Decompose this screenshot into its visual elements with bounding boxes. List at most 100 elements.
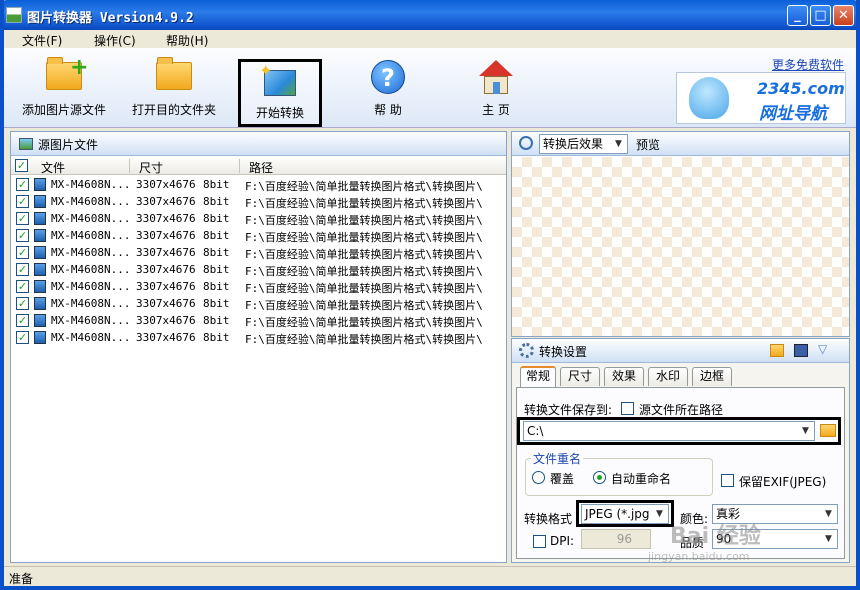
- save-settings-icon[interactable]: [794, 344, 808, 357]
- auto-rename-radio[interactable]: [593, 471, 606, 484]
- tab-border[interactable]: 边框: [692, 367, 732, 386]
- path-cell: F:\百度经验\简单批量转换图片格式\转换图片\: [245, 299, 483, 312]
- tab-general[interactable]: 常规: [520, 366, 556, 387]
- magic-wand-icon: [259, 61, 296, 96]
- app-icon: [6, 7, 22, 23]
- column-path[interactable]: 路径: [249, 159, 273, 176]
- menu-file[interactable]: 文件(F): [22, 32, 62, 49]
- browse-folder-icon[interactable]: [820, 424, 836, 437]
- table-row[interactable]: ✓ MX-M4608N... 3307x4676 8bit F:\百度经验\简单批量转换…: [11, 295, 506, 312]
- column-size[interactable]: 尺寸: [139, 159, 163, 176]
- row-checkbox[interactable]: ✓: [16, 195, 29, 208]
- table-row[interactable]: ✓ MX-M4608N... 3307x4676 8bit F:\百度经验\简单批量转换…: [11, 244, 506, 261]
- file-list-header: ✓ 文件 尺寸 路径: [11, 157, 506, 175]
- row-checkbox[interactable]: ✓: [16, 212, 29, 225]
- row-checkbox[interactable]: ✓: [16, 280, 29, 293]
- image-file-icon: [34, 297, 46, 310]
- file-name-cell: MX-M4608N...: [51, 212, 131, 225]
- home-button[interactable]: 主 页: [458, 52, 534, 124]
- row-checkbox[interactable]: ✓: [16, 297, 29, 310]
- depth-cell: 8bit: [203, 297, 230, 310]
- tab-effects[interactable]: 效果: [604, 367, 644, 386]
- overwrite-radio[interactable]: [532, 471, 545, 484]
- image-icon: [19, 138, 33, 150]
- more-free-software-link[interactable]: 更多免费软件: [772, 56, 844, 73]
- source-path-label: 源文件所在路径: [639, 403, 724, 417]
- image-file-icon: [34, 263, 46, 276]
- row-checkbox[interactable]: ✓: [16, 314, 29, 327]
- depth-cell: 8bit: [203, 314, 230, 327]
- table-row[interactable]: ✓ MX-M4608N... 3307x4676 8bit F:\百度经验\简单批量转换…: [11, 329, 506, 346]
- preview-header: 转换后效果 ▼ 预览: [512, 132, 849, 156]
- file-name-cell: MX-M4608N...: [51, 178, 131, 191]
- gear-icon: [519, 343, 534, 358]
- size-cell: 3307x4676: [136, 246, 196, 259]
- file-name-cell: MX-M4608N...: [51, 297, 131, 310]
- file-name-cell: MX-M4608N...: [51, 246, 131, 259]
- row-checkbox[interactable]: ✓: [16, 246, 29, 259]
- collapse-icon[interactable]: ▽: [818, 342, 827, 356]
- menu-operation[interactable]: 操作(C): [94, 32, 136, 49]
- ad-banner[interactable]: 2345.com 网址导航: [676, 72, 846, 124]
- open-destination-label: 打开目的文件夹: [131, 103, 216, 117]
- table-row[interactable]: ✓ MX-M4608N... 3307x4676 8bit F:\百度经验\简单批量转换…: [11, 210, 506, 227]
- table-row[interactable]: ✓ MX-M4608N... 3307x4676 8bit F:\百度经验\简单批量转换…: [11, 176, 506, 193]
- image-file-icon: [34, 331, 46, 344]
- menu-help[interactable]: 帮助(H): [166, 32, 208, 49]
- add-source-button[interactable]: + 添加图片源文件: [18, 52, 110, 124]
- open-settings-icon[interactable]: [770, 344, 784, 357]
- keep-exif-checkbox[interactable]: [721, 474, 734, 487]
- title-bar[interactable]: 图片转换器 Version4.9.2 _ □ ✕: [0, 0, 860, 30]
- select-all-checkbox[interactable]: ✓: [15, 159, 28, 172]
- path-cell: F:\百度经验\简单批量转换图片格式\转换图片\: [245, 316, 483, 329]
- table-row[interactable]: ✓ MX-M4608N... 3307x4676 8bit F:\百度经验\简单批量转换…: [11, 227, 506, 244]
- table-row[interactable]: ✓ MX-M4608N... 3307x4676 8bit F:\百度经验\简单批量转换…: [11, 261, 506, 278]
- open-destination-button[interactable]: 打开目的文件夹: [126, 52, 222, 124]
- row-checkbox[interactable]: ✓: [16, 263, 29, 276]
- table-row[interactable]: ✓ MX-M4608N... 3307x4676 8bit F:\百度经验\简单批量转换…: [11, 312, 506, 329]
- close-button[interactable]: ✕: [833, 5, 854, 26]
- baidu-watermark: Bai 经验 jingyan.baidu.com: [640, 510, 840, 570]
- window-title: 图片转换器 Version4.9.2: [27, 11, 194, 26]
- column-file[interactable]: 文件: [41, 159, 65, 176]
- help-button[interactable]: ? 帮 助: [350, 52, 426, 124]
- image-file-icon: [34, 195, 46, 208]
- file-list: ✓ MX-M4608N... 3307x4676 8bit F:\百度经验\简单批量转换…: [11, 176, 506, 346]
- dpi-checkbox[interactable]: [533, 535, 546, 548]
- row-checkbox[interactable]: ✓: [16, 178, 29, 191]
- preview-canvas: [512, 157, 849, 336]
- rename-group-label: 文件重名: [531, 450, 584, 467]
- start-convert-button[interactable]: 开始转换: [238, 59, 322, 127]
- dpi-label: DPI:: [550, 534, 575, 548]
- depth-cell: 8bit: [203, 178, 230, 191]
- depth-cell: 8bit: [203, 331, 230, 344]
- watermark-sub: jingyan.baidu.com: [648, 550, 750, 563]
- overwrite-label: 覆盖: [550, 472, 575, 486]
- row-checkbox[interactable]: ✓: [16, 331, 29, 344]
- depth-cell: 8bit: [203, 195, 230, 208]
- chevron-down-icon: ▼: [797, 422, 814, 440]
- source-panel-header: 源图片文件: [11, 132, 506, 156]
- depth-cell: 8bit: [203, 246, 230, 259]
- depth-cell: 8bit: [203, 263, 230, 276]
- menu-bar: 文件(F) 操作(C) 帮助(H): [4, 30, 856, 48]
- row-checkbox[interactable]: ✓: [16, 229, 29, 242]
- settings-header: 转换设置 ▽: [512, 339, 849, 363]
- size-cell: 3307x4676: [136, 195, 196, 208]
- depth-cell: 8bit: [203, 212, 230, 225]
- tab-watermark[interactable]: 水印: [648, 367, 688, 386]
- maximize-button[interactable]: □: [810, 5, 831, 26]
- size-cell: 3307x4676: [136, 263, 196, 276]
- path-cell: F:\百度经验\简单批量转换图片格式\转换图片\: [245, 265, 483, 278]
- table-row[interactable]: ✓ MX-M4608N... 3307x4676 8bit F:\百度经验\简单批量转换…: [11, 278, 506, 295]
- save-path-combobox[interactable]: C:\ ▼: [523, 421, 815, 441]
- minimize-button[interactable]: _: [787, 5, 808, 26]
- preview-mode-select[interactable]: 转换后效果 ▼: [539, 134, 628, 154]
- help-label: 帮 助: [374, 103, 402, 117]
- tab-size[interactable]: 尺寸: [560, 367, 600, 386]
- file-name-cell: MX-M4608N...: [51, 195, 131, 208]
- path-cell: F:\百度经验\简单批量转换图片格式\转换图片\: [245, 248, 483, 261]
- table-row[interactable]: ✓ MX-M4608N... 3307x4676 8bit F:\百度经验\简单批量转换…: [11, 193, 506, 210]
- dpi-value: 96: [616, 532, 632, 546]
- source-path-checkbox[interactable]: [621, 402, 634, 415]
